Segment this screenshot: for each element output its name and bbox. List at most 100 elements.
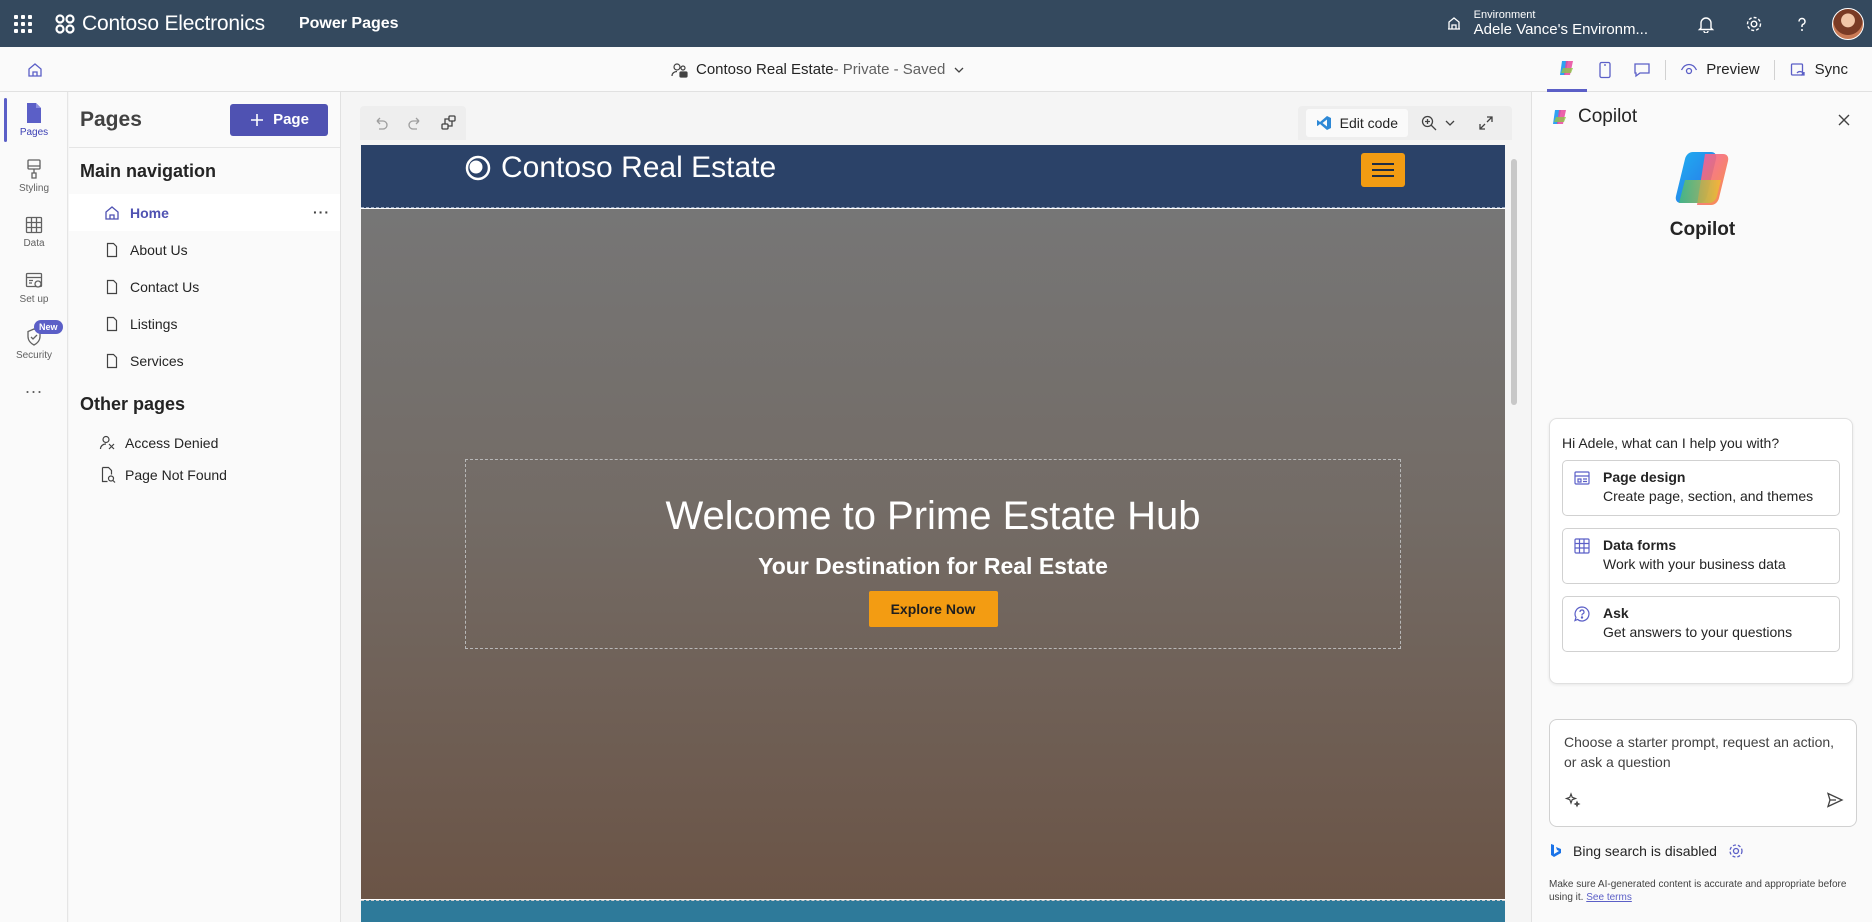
chevron-down-icon (1445, 120, 1455, 126)
undo-icon[interactable] (366, 108, 396, 138)
more-icon[interactable]: ... (0, 372, 68, 402)
new-badge: New (34, 320, 63, 334)
rail-item-security[interactable]: New Security (0, 316, 68, 372)
option-title: Page design (1603, 469, 1686, 485)
brush-icon (27, 159, 41, 179)
more-options-icon[interactable]: ··· (313, 204, 330, 220)
table-icon (1574, 538, 1590, 554)
starter-prompts-card: Hi Adele, what can I help you with? Page… (1549, 418, 1853, 684)
main-nav-heading: Main navigation (80, 161, 217, 181)
hero-subtitle[interactable]: Your Destination for Real Estate (466, 553, 1400, 580)
rail-item-data[interactable]: Data (0, 204, 68, 260)
comments-icon[interactable] (1623, 47, 1661, 92)
bell-icon[interactable] (1682, 0, 1730, 47)
rail-item-pages[interactable]: Pages (0, 92, 68, 148)
other-item-label: Access Denied (125, 435, 219, 451)
other-item-access-denied[interactable]: Access Denied (69, 427, 340, 459)
option-desc: Get answers to your questions (1603, 624, 1793, 640)
rail-label: Data (23, 238, 45, 249)
canvas-scrollbar[interactable] (1508, 145, 1520, 922)
sparkle-icon[interactable] (1564, 791, 1582, 814)
page-search-icon (101, 466, 116, 483)
redo-icon[interactable] (400, 108, 430, 138)
nav-item-services[interactable]: Services (69, 342, 340, 379)
rail-label: Styling (18, 183, 49, 194)
waffle-icon[interactable] (0, 0, 46, 47)
page-icon (106, 353, 118, 368)
nav-item-label: About Us (130, 241, 188, 258)
edit-code-label: Edit code (1339, 115, 1398, 131)
avatar[interactable] (1832, 7, 1864, 40)
sync-button[interactable]: Sync (1779, 47, 1858, 92)
ai-disclaimer: Make sure AI-generated content is accura… (1549, 878, 1859, 904)
environment-value: Adele Vance's Environm... (1473, 21, 1648, 39)
option-desc: Create page, section, and themes (1603, 488, 1814, 504)
see-terms-link[interactable]: See terms (1586, 892, 1632, 903)
pages-title: Pages (80, 107, 142, 131)
environment-picker[interactable]: Environment Adele Vance's Environm... (1446, 9, 1648, 39)
preview-label: Preview (1706, 61, 1760, 78)
hamburger-menu-icon[interactable] (1361, 153, 1405, 187)
mobile-preview-icon[interactable] (1587, 47, 1623, 92)
option-page-design[interactable]: Page design Create page, section, and th… (1562, 460, 1840, 516)
site-logo-icon (465, 155, 491, 181)
site-header[interactable]: Contoso Real Estate (361, 145, 1505, 208)
zoom-dropdown[interactable] (1414, 109, 1462, 137)
gear-icon[interactable] (1730, 0, 1778, 47)
site-logo-text: Contoso Real Estate (501, 151, 777, 184)
environment-icon (1447, 17, 1460, 31)
preview-button[interactable]: Preview (1670, 47, 1769, 92)
next-section[interactable] (361, 900, 1505, 922)
nav-item-home[interactable]: Home ··· (69, 194, 340, 231)
sync-icon (1790, 62, 1805, 76)
nav-item-listings[interactable]: Listings (69, 305, 340, 342)
bing-icon (1551, 844, 1561, 857)
bing-status: Bing search is disabled (1549, 842, 1745, 860)
setup-icon (25, 272, 43, 288)
copilot-toggle-icon[interactable] (1547, 47, 1588, 92)
vscode-icon (1316, 116, 1331, 130)
hero-content-box[interactable]: Welcome to Prime Estate Hub Your Destina… (465, 459, 1401, 649)
prompt-placeholder: Choose a starter prompt, request an acti… (1564, 734, 1835, 771)
copilot-prompt-input[interactable]: Choose a starter prompt, request an acti… (1549, 719, 1857, 827)
sync-label: Sync (1814, 61, 1848, 78)
send-icon[interactable] (1826, 791, 1844, 814)
close-icon[interactable] (1836, 112, 1852, 128)
help-icon[interactable] (1778, 0, 1826, 47)
option-data-forms[interactable]: Data forms Work with your business data (1562, 528, 1840, 584)
option-ask[interactable]: Ask Get answers to your questions (1562, 596, 1840, 652)
hero-section[interactable]: Welcome to Prime Estate Hub Your Destina… (361, 209, 1505, 899)
home-icon (105, 205, 119, 220)
site-logo[interactable]: Contoso Real Estate (465, 151, 776, 185)
nav-item-about-us[interactable]: About Us (69, 231, 340, 268)
rail-item-setup[interactable]: Set up (0, 260, 68, 316)
chevron-down-icon (954, 67, 964, 73)
app-name[interactable]: Power Pages (299, 15, 399, 33)
hero-title[interactable]: Welcome to Prime Estate Hub (466, 494, 1400, 539)
other-item-page-not-found[interactable]: Page Not Found (69, 459, 340, 491)
brand: Contoso Electronics (54, 12, 265, 36)
left-rail: Pages Styling Data Set up New Security .… (0, 92, 68, 922)
site-title-dropdown[interactable]: Contoso Real Estate - Private - Saved (670, 47, 965, 92)
rail-item-styling[interactable]: Styling (0, 148, 68, 204)
environment-label: Environment (1473, 8, 1536, 21)
plus-icon (251, 113, 264, 126)
home-icon[interactable] (24, 59, 46, 81)
component-tree-icon[interactable] (434, 108, 464, 138)
copilot-title: Copilot (1578, 106, 1638, 127)
zoom-in-icon (1421, 115, 1437, 131)
brand-name: Contoso Electronics (82, 11, 265, 35)
add-page-button[interactable]: Page (230, 103, 328, 136)
expand-icon[interactable] (1468, 109, 1504, 137)
site-name: Contoso Real Estate (696, 61, 834, 78)
nav-item-contact-us[interactable]: Contact Us (69, 268, 340, 305)
explore-now-button[interactable]: Explore Now (868, 591, 998, 627)
gear-icon[interactable] (1727, 842, 1745, 860)
nav-item-label: Home (130, 204, 169, 221)
option-desc: Work with your business data (1603, 556, 1786, 572)
rail-label: Security (15, 350, 53, 361)
site-preview[interactable]: Contoso Real Estate Welcome to Prime Est… (361, 145, 1505, 922)
layout-icon (1574, 471, 1590, 485)
edit-code-button[interactable]: Edit code (1305, 109, 1408, 137)
copilot-panel: Copilot Copilot Hi Adele, what can I hel… (1531, 92, 1872, 922)
